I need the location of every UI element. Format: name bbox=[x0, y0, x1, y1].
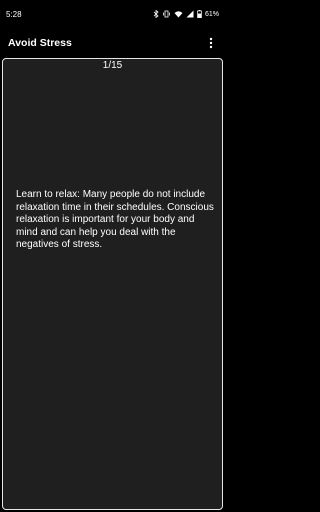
status-bar: 5:28 61% bbox=[0, 0, 225, 28]
vibrate-icon bbox=[162, 10, 171, 18]
status-time: 5:28 bbox=[6, 9, 22, 19]
tip-text: Learn to relax: Many people do not inclu… bbox=[16, 189, 214, 250]
more-vert-icon[interactable] bbox=[205, 35, 217, 51]
wifi-icon bbox=[174, 10, 183, 18]
battery-icon bbox=[197, 10, 202, 18]
app-title: Avoid Stress bbox=[8, 37, 72, 49]
tip-card[interactable]: 1/15 Learn to relax: Many people do not … bbox=[2, 58, 223, 510]
signal-icon bbox=[186, 10, 194, 18]
app-bar: Avoid Stress bbox=[0, 28, 225, 58]
status-icons: 61% bbox=[153, 10, 219, 18]
battery-percent: 61% bbox=[204, 10, 219, 18]
page-counter: 1/15 bbox=[102, 60, 123, 71]
bluetooth-icon bbox=[153, 10, 159, 18]
